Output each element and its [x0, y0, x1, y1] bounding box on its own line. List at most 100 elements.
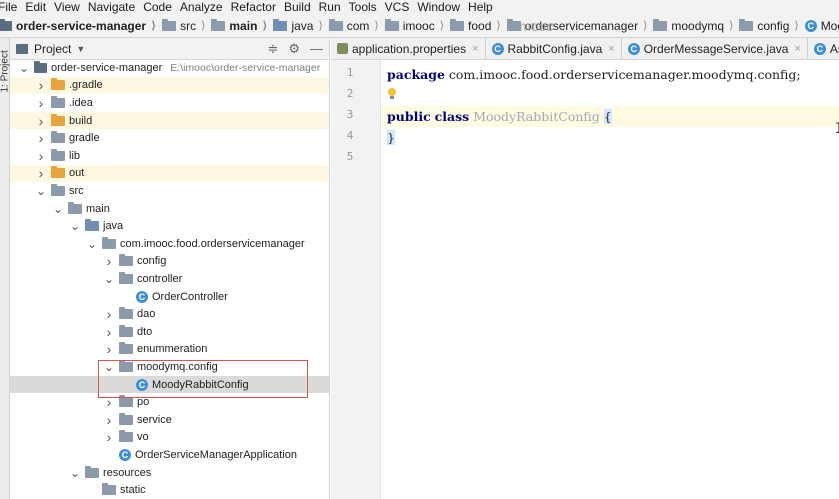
editor-tab[interactable]: CAsyncTask — [808, 38, 839, 59]
tree-node[interactable]: › build — [10, 111, 329, 130]
text-cursor-icon: I — [835, 121, 839, 137]
chevron-down-icon[interactable]: ▼ — [76, 44, 85, 54]
chevron-down-icon[interactable]: ⌄ — [86, 238, 98, 250]
chevron-right-icon[interactable]: › — [35, 113, 47, 129]
code-line-2[interactable] — [387, 85, 837, 106]
gear-icon[interactable]: ⚙ — [288, 41, 300, 57]
menu-item-edit[interactable]: Edit — [21, 0, 50, 14]
chevron-right-icon[interactable]: › — [103, 306, 115, 322]
menu-item-run[interactable]: Run — [315, 0, 345, 14]
tree-node[interactable]: ›static — [10, 481, 329, 499]
close-icon[interactable]: × — [472, 43, 478, 55]
tree-node-label: build — [69, 114, 93, 127]
tree-node[interactable]: ›COrderServiceManagerApplication — [10, 446, 329, 464]
tree-node[interactable]: › dao — [10, 305, 329, 323]
chevron-right-icon[interactable]: › — [35, 95, 47, 111]
menu-item-analyze[interactable]: Analyze — [176, 0, 227, 14]
breadcrumb-item[interactable]: CMoodyRabbitConfig — [802, 19, 839, 33]
chevron-right-icon[interactable]: › — [103, 394, 115, 410]
breadcrumb-item[interactable]: config ⟩ — [736, 18, 801, 33]
chevron-right-icon[interactable]: › — [103, 253, 115, 269]
tree-node-label: config — [137, 255, 167, 268]
menu-item-view[interactable]: View — [50, 0, 84, 14]
editor-tab[interactable]: application.properties × — [331, 38, 486, 59]
close-icon[interactable]: × — [794, 43, 800, 55]
chevron-down-icon[interactable]: ⌄ — [35, 185, 47, 197]
tree-node[interactable]: › dto — [10, 323, 329, 341]
tree-node[interactable]: › lib — [10, 147, 329, 165]
editor-tab[interactable]: C RabbitConfig.java × — [486, 38, 622, 59]
chevron-down-icon[interactable]: ⌄ — [69, 220, 81, 232]
tree-node-label: com.imooc.food.orderservicemanager — [120, 237, 305, 250]
tree-node[interactable]: ›COrderController — [10, 288, 329, 306]
tree-node[interactable]: ⌄ com.imooc.food.orderservicemanager — [10, 235, 329, 253]
breadcrumb-item[interactable]: order-service-manager ⟩ — [0, 18, 159, 33]
tree-node-label: main — [86, 202, 110, 215]
tree-node[interactable]: ›CMoodyRabbitConfig — [10, 375, 329, 394]
chevron-right-icon[interactable]: › — [35, 77, 47, 93]
chevron-right-icon[interactable]: › — [103, 429, 115, 445]
menu-item-tools[interactable]: Tools — [345, 0, 381, 14]
breadcrumb-item[interactable]: src ⟩ — [159, 18, 208, 33]
keyword-public: public — [387, 109, 431, 124]
chevron-right-icon[interactable]: › — [35, 165, 47, 181]
tree-node[interactable]: ⌄ src — [10, 182, 329, 200]
minimize-icon[interactable]: — — [310, 41, 323, 57]
chevron-right-icon[interactable]: › — [103, 412, 115, 428]
tree-node[interactable]: › enummeration — [10, 341, 329, 359]
tree-node[interactable]: ⌄ moodymq.config — [10, 358, 329, 376]
chevron-down-icon[interactable]: ⌄ — [69, 467, 81, 479]
tree-node[interactable]: › .gradle — [10, 76, 329, 95]
tree-node[interactable]: ⌄ main — [10, 200, 329, 218]
menu-item-vcs[interactable]: VCS — [381, 0, 414, 14]
chevron-right-icon[interactable]: › — [35, 148, 47, 164]
tool-window-strip: 1: Project — [0, 38, 11, 499]
tree-node[interactable]: › vo — [10, 429, 329, 447]
chevron-right-icon: ⟩ — [318, 20, 323, 32]
menu-item-build[interactable]: Build — [280, 0, 315, 14]
code-line-3[interactable]: public class MoodyRabbitConfig { — [382, 106, 839, 127]
chevron-down-icon[interactable]: ⌄ — [18, 62, 30, 74]
breadcrumb-item[interactable]: food ⟩ — [447, 18, 504, 33]
excluded-folder-icon — [51, 166, 65, 179]
code-line-1[interactable]: package com.imooc.food.orderservicemanag… — [387, 64, 837, 85]
menu-item-navigate[interactable]: Navigate — [84, 0, 139, 14]
breadcrumb-label: MoodyRabbitConfig — [820, 18, 839, 33]
chevron-down-icon[interactable]: ⌄ — [103, 273, 115, 285]
tree-node[interactable]: › service — [10, 411, 329, 429]
close-icon[interactable]: × — [608, 43, 614, 55]
tree-node[interactable]: ⌄ java — [10, 217, 329, 235]
tree-node-label: dao — [137, 308, 156, 321]
breadcrumb-item[interactable]: java ⟩ — [270, 18, 325, 33]
tree-node[interactable]: › out — [10, 164, 329, 183]
tree-node[interactable]: › config — [10, 253, 329, 271]
breadcrumb-item[interactable]: moodymq ⟩ — [650, 18, 736, 33]
chevron-down-icon[interactable]: ⌄ — [103, 361, 115, 373]
lightbulb-icon[interactable] — [387, 88, 397, 100]
breadcrumb-item[interactable]: imooc ⟩ — [382, 18, 447, 33]
tree-node[interactable]: › gradle — [10, 129, 329, 147]
collapse-all-icon[interactable]: ≑ — [267, 41, 278, 57]
project-panel-title[interactable]: Project — [34, 42, 71, 56]
chevron-right-icon[interactable]: › — [35, 130, 47, 146]
menu-item-file[interactable]: File — [0, 0, 21, 14]
code-line-4[interactable]: } — [387, 127, 837, 148]
tree-node[interactable]: ⌄ controller — [10, 270, 329, 288]
menu-item-refactor[interactable]: Refactor — [227, 0, 280, 14]
tree-node[interactable]: › .idea — [10, 94, 329, 112]
chevron-right-icon[interactable]: › — [103, 341, 115, 357]
menu-item-help[interactable]: Help — [464, 0, 497, 14]
breadcrumb-item[interactable]: main ⟩ — [208, 18, 270, 33]
excluded-folder-icon — [51, 78, 65, 91]
breadcrumb-item[interactable]: com ⟩ — [326, 18, 382, 33]
tree-node[interactable]: ⌄ order-service-manager E:\imooc\order-ser… — [10, 59, 329, 77]
chevron-down-icon[interactable]: ⌄ — [52, 203, 64, 215]
menu-item-window[interactable]: Window — [413, 0, 464, 14]
menu-item-code[interactable]: Code — [139, 0, 176, 14]
editor-tab[interactable]: C OrderMessageService.java × — [622, 38, 808, 59]
chevron-right-icon[interactable]: › — [103, 324, 115, 340]
project-tool-tab[interactable]: 1: Project — [0, 50, 11, 92]
breadcrumb-label: java — [291, 18, 314, 33]
tree-node[interactable]: ⌄ resources — [10, 464, 329, 482]
tree-node[interactable]: › po — [10, 393, 329, 411]
